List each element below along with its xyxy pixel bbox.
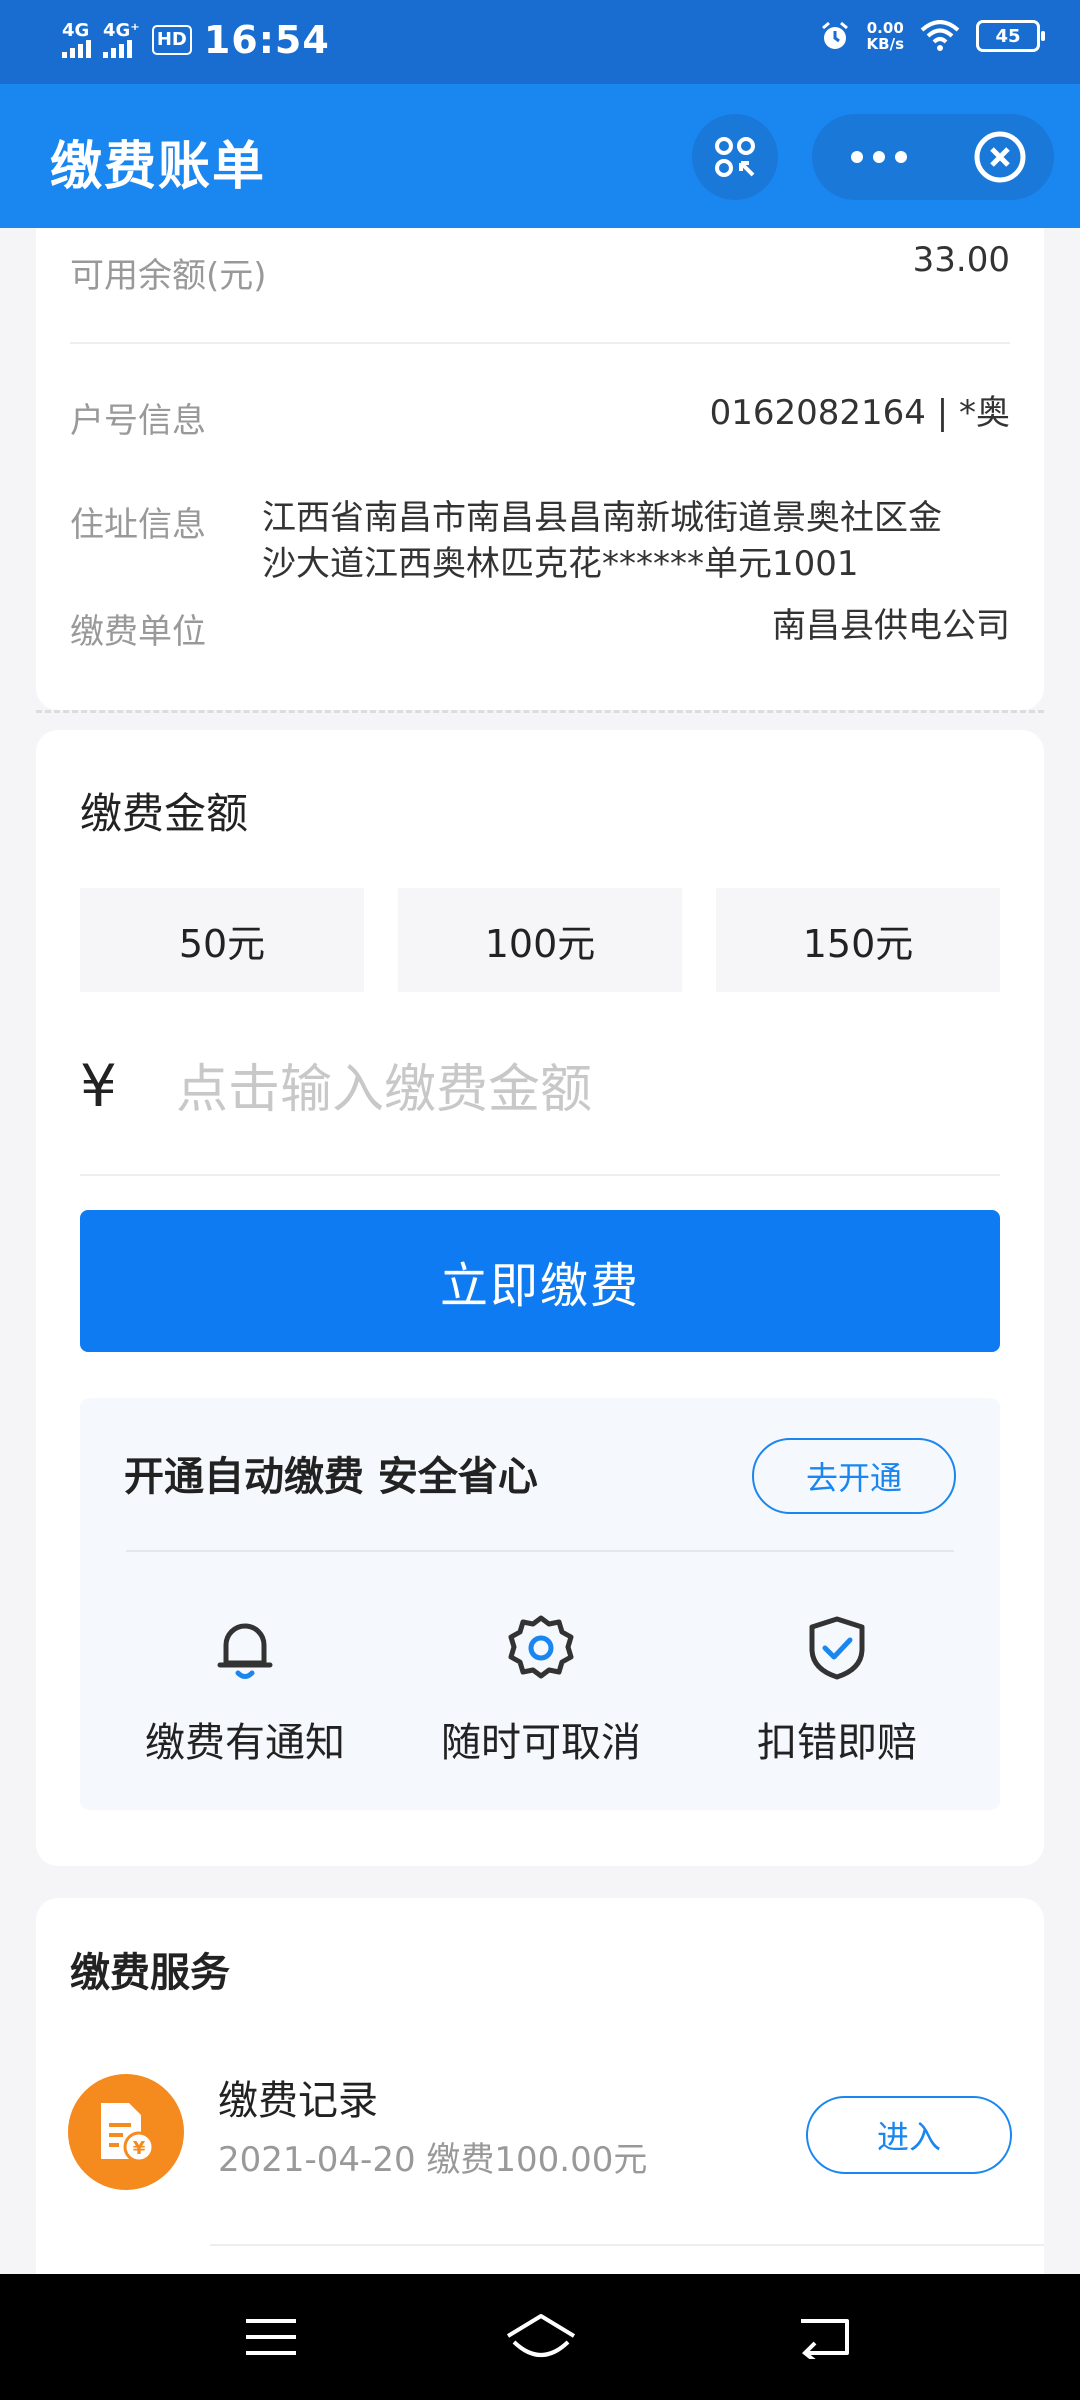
cellular-signal-2: 4G⁺ [103, 22, 140, 58]
autopay-panel: 开通自动缴费 安全省心 去开通 缴费有通知 随时可取消 扣错即赔 [80, 1398, 1000, 1810]
balance-label: 可用余额(元) [70, 256, 267, 296]
balance-value: 33.00 [912, 240, 1010, 280]
autopay-divider [126, 1550, 954, 1552]
pay-now-button[interactable]: 立即缴费 [80, 1210, 1000, 1352]
shield-check-icon [809, 1616, 865, 1680]
system-navigation-bar [0, 2274, 1080, 2400]
amount-option-100[interactable]: 100元 [398, 888, 682, 992]
payment-record-detail: 2021-04-20 缴费100.00元 [218, 2140, 648, 2180]
page-title: 缴费账单 [50, 137, 267, 197]
amount-input-underline [80, 1174, 1000, 1176]
address-line-2: 沙大道江西奥林匹克花******单元1001 [262, 544, 859, 584]
more-icon [851, 151, 907, 163]
gear-icon [508, 1615, 574, 1679]
feature-cancel-label: 随时可取消 [441, 1720, 641, 1766]
amount-input[interactable] [176, 1050, 996, 1130]
enable-autopay-button[interactable]: 去开通 [752, 1438, 956, 1514]
signal-bars-icon [103, 40, 132, 58]
network-type-1: 4G [62, 20, 90, 41]
feature-compensate: 扣错即赔 [712, 1608, 962, 1768]
network-type-2: 4G⁺ [103, 20, 140, 41]
close-button[interactable] [946, 114, 1054, 200]
svg-text:¥: ¥ [133, 2138, 146, 2159]
cellular-signal-1: 4G [62, 22, 91, 58]
services-divider [210, 2244, 1044, 2246]
hd-voice-badge: HD [151, 25, 192, 55]
payment-record-icon-wrap: ¥ [68, 2074, 184, 2190]
balance-divider [70, 342, 1010, 344]
services-title: 缴费服务 [70, 1950, 230, 1996]
back-nav-button[interactable] [780, 2300, 870, 2374]
signal-bars-icon [62, 40, 91, 58]
payment-amount-title: 缴费金额 [80, 789, 249, 838]
payment-record-name: 缴费记录 [218, 2078, 378, 2124]
feature-notify-label: 缴费有通知 [145, 1720, 345, 1766]
payment-record-enter-button[interactable]: 进入 [806, 2096, 1012, 2174]
account-label: 户号信息 [70, 401, 206, 441]
battery-level: 45 [995, 25, 1021, 47]
network-speed-unit: KB/s [866, 35, 904, 53]
feature-cancel: 随时可取消 [416, 1608, 666, 1768]
unit-label: 缴费单位 [70, 612, 206, 652]
scan-icon [715, 137, 755, 177]
autopay-title: 开通自动缴费 安全省心 [124, 1454, 538, 1500]
more-button[interactable] [812, 114, 946, 200]
status-time: 16:54 [203, 18, 330, 62]
close-icon [974, 131, 1026, 183]
menu-nav-button[interactable] [226, 2300, 316, 2374]
battery-icon: 45 [976, 20, 1045, 52]
mini-program-capsule [812, 114, 1054, 200]
unit-value: 南昌县供电公司 [772, 606, 1010, 646]
status-left: 4G 4G⁺ HD 16:54 [62, 18, 330, 62]
address-line-1: 江西省南昌市南昌县昌南新城街道景奥社区金 [262, 498, 942, 538]
home-icon [506, 2314, 576, 2357]
amount-option-50[interactable]: 50元 [80, 888, 364, 992]
status-bar: 4G 4G⁺ HD 16:54 0.00 KB/s 45 [0, 0, 1080, 84]
feature-compensate-label: 扣错即赔 [757, 1720, 917, 1766]
home-nav-button[interactable] [496, 2300, 586, 2374]
card-dashed-separator [36, 710, 1044, 713]
account-value: 0162082164 | *奥 [709, 393, 1010, 433]
alarm-icon [821, 21, 848, 49]
currency-symbol: ¥ [80, 1052, 117, 1120]
bill-icon: ¥ [101, 2103, 155, 2163]
title-bar: 缴费账单 [0, 84, 1080, 228]
bell-icon [217, 1623, 273, 1679]
scan-button[interactable] [692, 114, 778, 200]
address-label: 住址信息 [70, 505, 206, 545]
back-icon [801, 2319, 849, 2359]
feature-notify: 缴费有通知 [120, 1608, 370, 1768]
amount-option-150[interactable]: 150元 [716, 888, 1000, 992]
menu-icon [246, 2319, 296, 2355]
network-speed-value: 0.00 [866, 19, 904, 37]
network-speed: 0.00 KB/s [867, 20, 904, 52]
status-right: 0.00 KB/s 45 [819, 20, 1045, 52]
wifi-icon [920, 20, 960, 51]
